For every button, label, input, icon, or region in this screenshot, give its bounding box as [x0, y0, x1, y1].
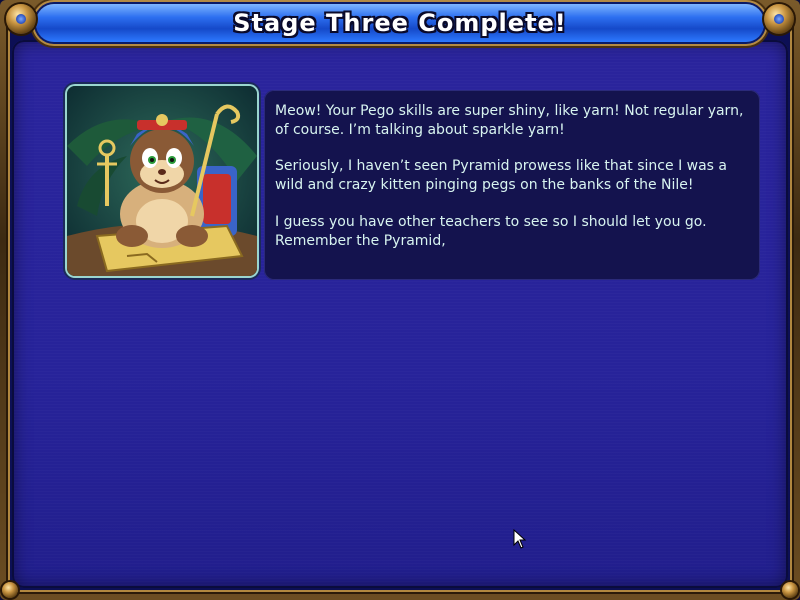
corner-knob-icon [2, 582, 18, 598]
pharaoh-cat-icon [67, 86, 257, 276]
corner-knob-icon [6, 4, 36, 34]
mouse-cursor-icon [513, 529, 527, 549]
corner-knob-icon [782, 582, 798, 598]
dialog-paragraph-1: Meow! Your Pego skills are super shiny, … [275, 103, 744, 138]
corner-knob-icon [764, 4, 794, 34]
dialog-paragraph-3: I guess you have other teachers to see s… [275, 214, 707, 249]
title-bar: Stage Three Complete! [36, 4, 764, 42]
dialog-title: Stage Three Complete! [233, 9, 567, 37]
character-portrait [67, 86, 257, 276]
dialog-paragraph-2: Seriously, I haven’t seen Pyramid prowes… [275, 158, 727, 193]
